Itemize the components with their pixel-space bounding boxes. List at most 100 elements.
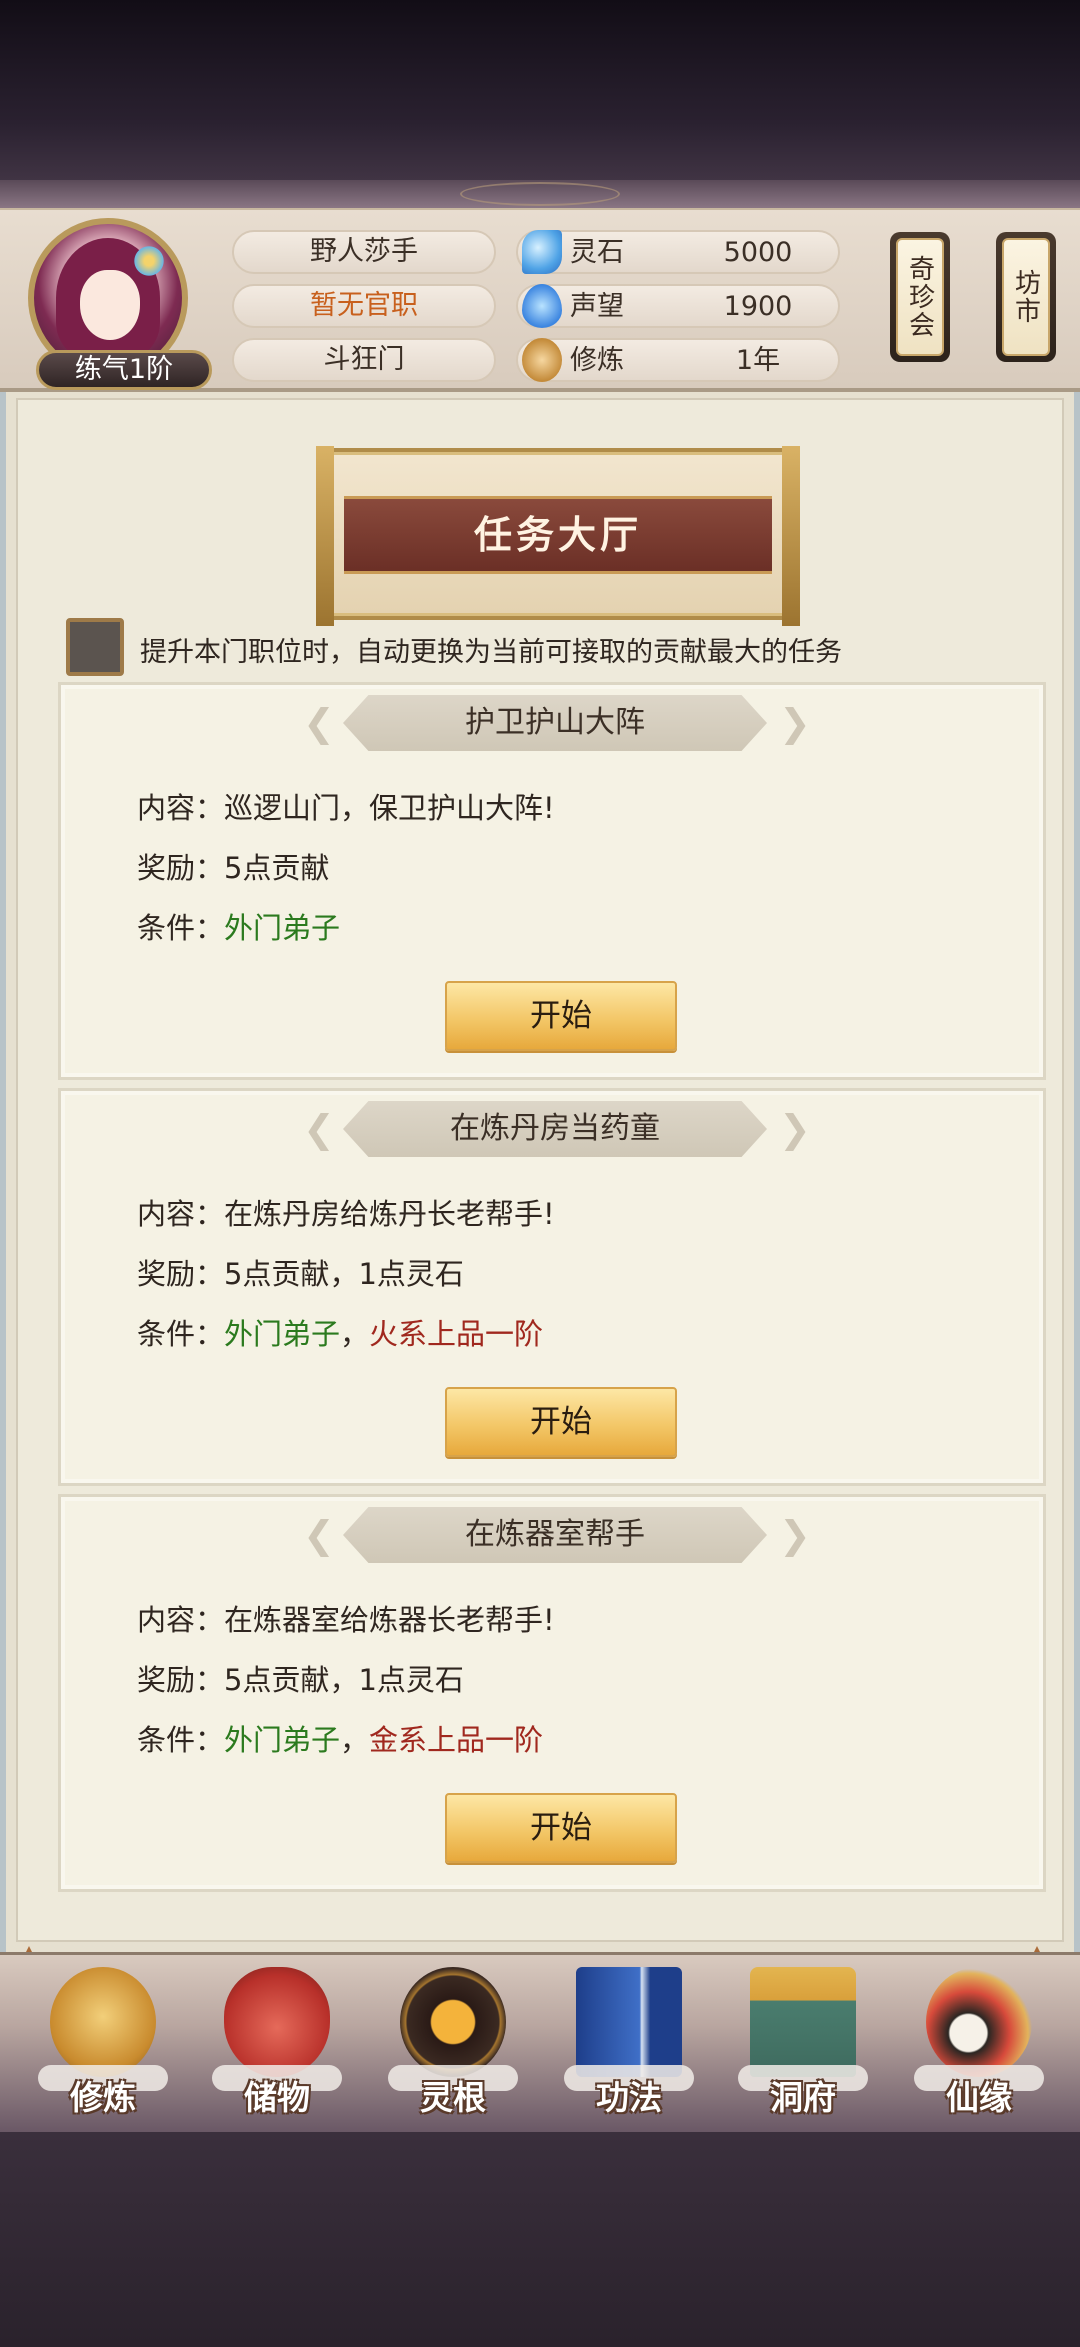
condition-met: 外门弟子 — [224, 911, 341, 945]
reward-text: 5点贡献，1点灵石 — [224, 1257, 464, 1291]
task-condition: 条件：外门弟子，火系上品一阶 — [137, 1311, 543, 1353]
swirl-ornament-icon — [460, 182, 620, 206]
technique-book-icon — [576, 1967, 682, 2077]
task-hall-title-banner: 任务大厅 — [316, 446, 800, 626]
page-title: 任务大厅 — [344, 496, 772, 574]
cave-dwelling-icon — [750, 1967, 856, 2077]
resource-reputation: 声望 1900 — [516, 284, 840, 328]
nav-label: 灵根 — [420, 2078, 486, 2117]
resource-value: 5000 — [723, 237, 793, 268]
chevron-right-icon: ❯ — [779, 701, 811, 745]
avatar-face — [80, 270, 140, 340]
start-task-button[interactable]: 开始 — [445, 981, 677, 1051]
reward-label: 奖励： — [137, 851, 225, 885]
cultivation-icon — [522, 338, 562, 382]
nav-immortal-fate[interactable]: 仙缘 — [904, 1967, 1054, 2127]
content-label: 内容： — [137, 1197, 225, 1231]
nav-label: 修炼 — [70, 2078, 136, 2117]
reward-label: 奖励： — [137, 1257, 225, 1291]
condition-met: 外门弟子 — [224, 1723, 341, 1757]
task-reward: 奖励：5点贡献 — [137, 845, 329, 887]
official-rank[interactable]: 暂无官职 — [232, 284, 496, 328]
chevron-right-icon: ❯ — [779, 1107, 811, 1151]
nav-technique[interactable]: 功法 — [554, 1967, 704, 2127]
player-header: 练气1阶 野人莎手 暂无官职 斗狂门 灵石 5000 声望 1900 修炼 1年… — [0, 210, 1080, 392]
panel-inner: 任务大厅 提升本门职位时，自动更换为当前可接取的贡献最大的任务 ❮ 护卫护山大阵… — [16, 398, 1064, 1942]
task-title: 护卫护山大阵 — [343, 695, 767, 751]
task-card: ❮ 护卫护山大阵 ❯ 内容：巡逻山门，保卫护山大阵! 奖励：5点贡献 条件：外门… — [58, 682, 1046, 1080]
resource-spirit-stone: 灵石 5000 — [516, 230, 840, 274]
condition-label: 条件： — [137, 1317, 225, 1351]
condition-unmet: 火系上品一阶 — [369, 1317, 544, 1351]
task-title: 在炼器室帮手 — [343, 1507, 767, 1563]
nav-label: 储物 — [244, 2078, 310, 2117]
nav-spirit-root[interactable]: 灵根 — [378, 1967, 528, 2127]
task-hall-panel: 任务大厅 提升本门职位时，自动更换为当前可接取的贡献最大的任务 ❮ 护卫护山大阵… — [0, 392, 1080, 1952]
task-condition: 条件：外门弟子，金系上品一阶 — [137, 1717, 543, 1759]
immortal-fate-icon — [926, 1967, 1032, 2077]
start-task-button[interactable]: 开始 — [445, 1387, 677, 1457]
bottom-nav: 修炼 储物 灵根 功法 洞府 仙缘 — [0, 1952, 1080, 2132]
market-label: 坊市 — [1002, 238, 1050, 356]
resource-value: 1900 — [723, 291, 793, 322]
task-title: 在炼丹房当药童 — [343, 1101, 767, 1157]
condition-met: 外门弟子 — [224, 1317, 341, 1351]
bottom-background — [0, 2132, 1080, 2347]
task-reward: 奖励：5点贡献，1点灵石 — [137, 1657, 464, 1699]
resource-label: 灵石 — [570, 237, 624, 268]
task-content: 内容：在炼丹房给炼丹长老帮手! — [137, 1191, 555, 1233]
resource-label: 修炼 — [570, 345, 624, 376]
nav-cultivate[interactable]: 修炼 — [28, 1967, 178, 2127]
banner-cap-left — [316, 446, 334, 626]
nav-label: 功法 — [596, 2078, 662, 2117]
resource-cultivation: 修炼 1年 — [516, 338, 840, 382]
reward-label: 奖励： — [137, 1663, 225, 1697]
nav-storage[interactable]: 储物 — [202, 1967, 352, 2127]
chevron-right-icon: ❯ — [779, 1513, 811, 1557]
auto-switch-checkbox[interactable] — [66, 618, 124, 676]
content-text: 巡逻山门，保卫护山大阵! — [224, 791, 555, 825]
banner-cap-right — [782, 446, 800, 626]
condition-unmet: 金系上品一阶 — [369, 1723, 544, 1757]
reward-text: 5点贡献 — [224, 851, 330, 885]
content-text: 在炼器室给炼器长老帮手! — [224, 1603, 555, 1637]
avatar-block[interactable]: 练气1阶 — [28, 218, 212, 390]
top-background — [0, 0, 1080, 205]
header-ornament — [0, 180, 1080, 210]
nav-label: 仙缘 — [946, 2078, 1012, 2117]
task-card: ❮ 在炼器室帮手 ❯ 内容：在炼器室给炼器长老帮手! 奖励：5点贡献，1点灵石 … — [58, 1494, 1046, 1892]
resource-label: 声望 — [570, 291, 624, 322]
content-label: 内容： — [137, 791, 225, 825]
nav-cave-dwelling[interactable]: 洞府 — [728, 1967, 878, 2127]
start-task-button[interactable]: 开始 — [445, 1793, 677, 1863]
spirit-stone-icon — [522, 230, 562, 274]
task-condition: 条件：外门弟子 — [137, 905, 340, 947]
chevron-left-icon: ❮ — [303, 1513, 335, 1557]
condition-label: 条件： — [137, 911, 225, 945]
chevron-left-icon: ❮ — [303, 1107, 335, 1151]
player-name[interactable]: 野人莎手 — [232, 230, 496, 274]
storage-bag-icon — [224, 1967, 330, 2077]
task-reward: 奖励：5点贡献，1点灵石 — [137, 1251, 464, 1293]
market-button[interactable]: 坊市 — [996, 232, 1056, 362]
condition-label: 条件： — [137, 1723, 225, 1757]
hair-flower-icon — [132, 244, 166, 278]
resource-value: 1年 — [735, 345, 781, 376]
task-content: 内容：在炼器室给炼器长老帮手! — [137, 1597, 555, 1639]
content-text: 在炼丹房给炼丹长老帮手! — [224, 1197, 555, 1231]
task-content: 内容：巡逻山门，保卫护山大阵! — [137, 785, 555, 827]
sect-name[interactable]: 斗狂门 — [232, 338, 496, 382]
level-plate: 练气1阶 — [36, 350, 212, 390]
nav-label: 洞府 — [770, 2078, 836, 2117]
rare-treasure-button[interactable]: 奇珍会 — [890, 232, 950, 362]
cultivate-icon — [50, 1967, 156, 2077]
rare-treasure-label: 奇珍会 — [896, 238, 944, 356]
auto-switch-label: 提升本门职位时，自动更换为当前可接取的贡献最大的任务 — [140, 637, 842, 668]
condition-separator: ， — [340, 1723, 370, 1757]
reward-text: 5点贡献，1点灵石 — [224, 1663, 464, 1697]
content-label: 内容： — [137, 1603, 225, 1637]
spirit-root-icon — [400, 1967, 506, 2077]
chevron-left-icon: ❮ — [303, 701, 335, 745]
task-card: ❮ 在炼丹房当药童 ❯ 内容：在炼丹房给炼丹长老帮手! 奖励：5点贡献，1点灵石… — [58, 1088, 1046, 1486]
reputation-icon — [522, 284, 562, 328]
